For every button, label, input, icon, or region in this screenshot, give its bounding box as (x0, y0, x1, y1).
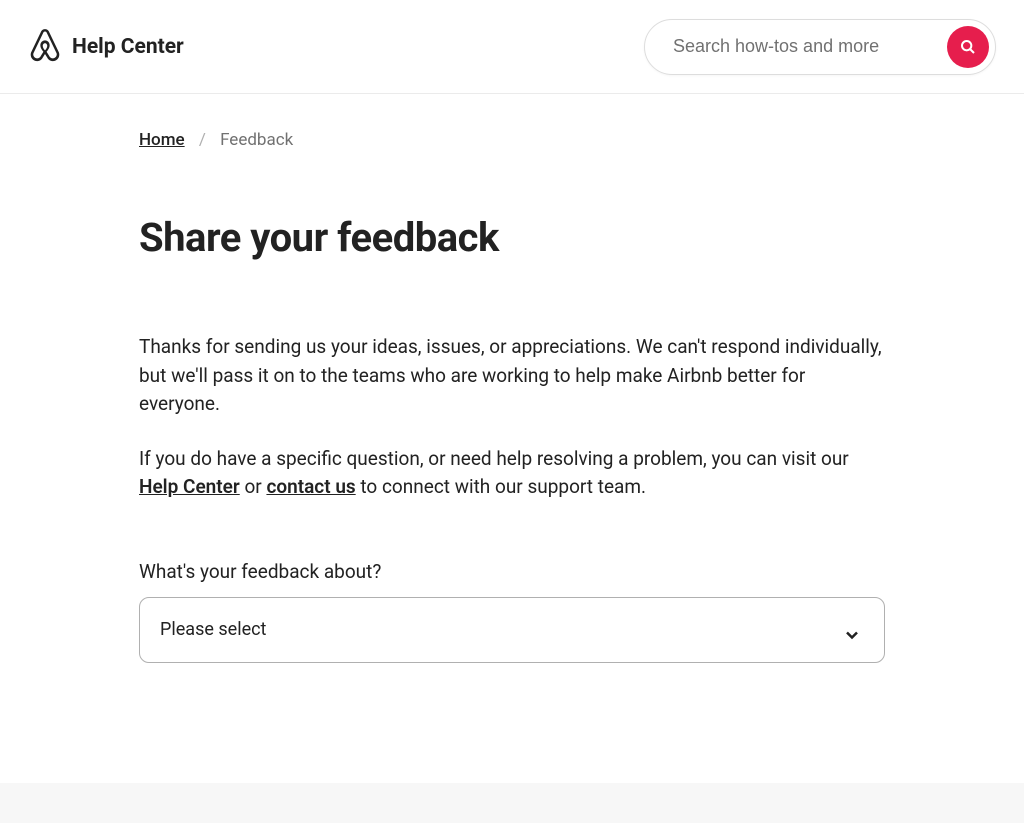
contact-us-link[interactable]: contact us (266, 475, 355, 498)
select-value: Please select (160, 619, 842, 640)
chevron-wrap (842, 625, 864, 645)
search-icon (960, 39, 976, 55)
site-header: Help Center (0, 0, 1024, 94)
airbnb-logo-icon (28, 27, 62, 63)
breadcrumb-separator: / (199, 130, 206, 150)
intro-p2-pre: If you do have a specific question, or n… (139, 447, 849, 470)
help-center-link[interactable]: Help Center (139, 475, 240, 498)
breadcrumb-current: Feedback (220, 130, 293, 150)
chevron-down-icon (842, 625, 862, 645)
header-title: Help Center (72, 35, 184, 59)
feedback-topic-select[interactable]: Please select (139, 597, 885, 663)
header-left: Help Center (28, 27, 184, 67)
search-input[interactable] (673, 36, 947, 57)
search-button[interactable] (947, 26, 989, 68)
breadcrumb: Home / Feedback (139, 130, 885, 150)
feedback-topic-group: What's your feedback about? Please selec… (139, 560, 885, 663)
footer-stub (0, 783, 1024, 823)
intro-paragraph-1: Thanks for sending us your ideas, issues… (139, 333, 885, 419)
intro-paragraph-2: If you do have a specific question, or n… (139, 445, 885, 502)
intro-p2-post: to connect with our support team. (356, 475, 646, 498)
breadcrumb-home-link[interactable]: Home (139, 130, 185, 150)
logo-link[interactable] (28, 27, 62, 67)
feedback-topic-label: What's your feedback about? (139, 560, 885, 583)
intro-p2-mid: or (240, 475, 267, 498)
page-title: Share your feedback (139, 214, 885, 261)
search-bar (644, 19, 996, 75)
main-content: Home / Feedback Share your feedback Than… (139, 94, 885, 783)
